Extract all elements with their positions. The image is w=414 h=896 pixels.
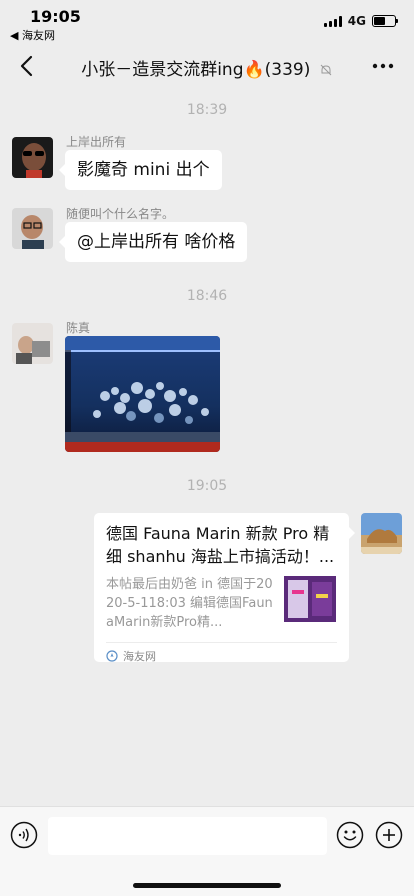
chat-header: 小张－造景交流群ing🔥(339) (0, 44, 414, 88)
sender-name: 陈真 (66, 321, 91, 335)
my-avatar[interactable] (361, 513, 402, 554)
emoji-icon[interactable] (336, 821, 364, 849)
chat-title-row: 小张－造景交流群ing🔥(339) (0, 55, 414, 80)
card-divider (106, 642, 337, 643)
card-title: 德国 Fauna Marin 新款 Pro 精细 shanhu 海盐上市搞活动！… (106, 524, 335, 566)
avatar[interactable] (12, 208, 53, 249)
time-separator: 19:05 (186, 478, 228, 494)
home-indicator[interactable] (133, 883, 281, 888)
time-separator: 18:39 (186, 102, 228, 118)
message-bubble[interactable]: 影魔奇 mini 出个 (59, 150, 222, 190)
chat-title: 小张－造景交流群ing🔥(339) (81, 60, 311, 80)
status-time: 19:05 (30, 7, 81, 26)
link-card[interactable]: 德国 Fauna Marin 新款 Pro 精细 shanhu 海盐上市搞活动！… (94, 513, 355, 664)
message-input[interactable] (48, 817, 327, 855)
voice-input-icon[interactable] (10, 821, 38, 849)
network-type: 4G (347, 14, 366, 28)
sender-name: 随便叫个什么名字。 (66, 207, 175, 221)
status-bar: 19:05 ◀ 海友网 4G (0, 0, 414, 44)
card-description: 本帖最后由奶爸 in 德国于2020-5-118:03 编辑德国FaunaMar… (106, 577, 273, 630)
input-bar (0, 806, 414, 896)
sender-name: 上岸出所有 (66, 135, 127, 149)
avatar[interactable] (12, 137, 53, 178)
card-source: 海友网 (106, 648, 337, 664)
back-to-app-link[interactable]: ◀ 海友网 (10, 27, 55, 43)
time-separator: 18:46 (186, 288, 228, 304)
compass-icon (106, 650, 118, 662)
aquarium-photo[interactable] (65, 336, 220, 452)
more-options-icon[interactable] (370, 56, 396, 76)
avatar[interactable] (12, 323, 53, 364)
plus-icon[interactable] (375, 821, 403, 849)
signal-icon (323, 15, 342, 27)
battery-level (374, 17, 385, 25)
card-body: 本帖最后由奶爸 in 德国于2020-5-118:03 编辑德国FaunaMar… (106, 575, 337, 632)
status-indicators: 4G (323, 14, 398, 28)
battery-icon (372, 15, 398, 27)
card-thumbnail (284, 576, 336, 622)
mute-bell-icon (320, 64, 332, 76)
message-bubble[interactable]: @上岸出所有 啥价格 (58, 222, 248, 262)
card-source-name: 海友网 (123, 650, 156, 663)
